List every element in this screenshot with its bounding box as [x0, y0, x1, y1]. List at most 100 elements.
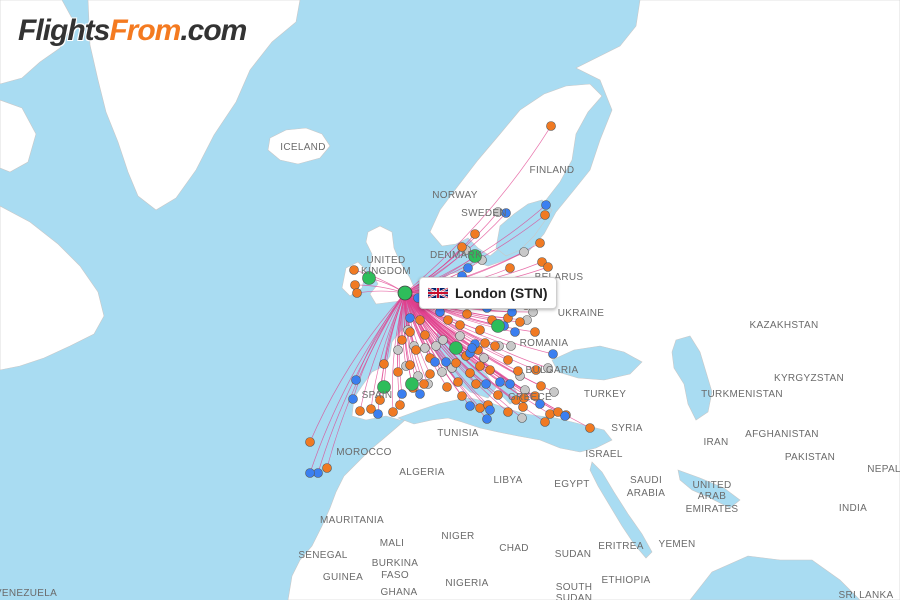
- hub-airport-marker[interactable]: [405, 377, 419, 391]
- country-label: TUNISIA: [437, 428, 479, 439]
- destination-marker[interactable]: [495, 377, 505, 387]
- country-label: EMIRATES: [686, 504, 739, 515]
- destination-marker[interactable]: [490, 341, 500, 351]
- destination-marker[interactable]: [441, 357, 451, 367]
- flightsfrom-logo[interactable]: FlightsFrom.com: [18, 14, 247, 48]
- origin-airport-marker[interactable]: [397, 285, 413, 301]
- destination-marker[interactable]: [475, 325, 485, 335]
- country-label: KAZAKHSTAN: [750, 320, 819, 331]
- country-label: KYRGYZSTAN: [774, 373, 844, 384]
- destination-marker[interactable]: [451, 358, 461, 368]
- destination-marker[interactable]: [457, 391, 467, 401]
- country-label: ARABIA: [627, 488, 666, 499]
- destination-marker[interactable]: [493, 390, 503, 400]
- destination-marker[interactable]: [350, 280, 360, 290]
- destination-marker[interactable]: [535, 238, 545, 248]
- destination-marker[interactable]: [351, 375, 361, 385]
- destination-marker[interactable]: [379, 359, 389, 369]
- destination-marker[interactable]: [482, 414, 492, 424]
- destination-marker[interactable]: [313, 468, 323, 478]
- destination-marker[interactable]: [405, 360, 415, 370]
- destination-marker[interactable]: [348, 394, 358, 404]
- country-label: DENMARK: [430, 250, 482, 261]
- destination-marker[interactable]: [470, 229, 480, 239]
- country-label: CHAD: [499, 543, 529, 554]
- destination-marker[interactable]: [540, 210, 550, 220]
- destination-marker[interactable]: [517, 413, 527, 423]
- destination-marker[interactable]: [305, 468, 315, 478]
- destination-marker[interactable]: [453, 377, 463, 387]
- destination-marker[interactable]: [548, 349, 558, 359]
- destination-marker[interactable]: [322, 463, 332, 473]
- destination-marker[interactable]: [431, 341, 441, 351]
- destination-marker[interactable]: [397, 389, 407, 399]
- destination-marker[interactable]: [395, 400, 405, 410]
- destination-marker[interactable]: [443, 315, 453, 325]
- destination-marker[interactable]: [397, 335, 407, 345]
- destination-marker[interactable]: [442, 382, 452, 392]
- destination-marker[interactable]: [393, 367, 403, 377]
- destination-marker[interactable]: [536, 381, 546, 391]
- country-label: ICELAND: [280, 142, 325, 153]
- destination-marker[interactable]: [349, 265, 359, 275]
- destination-marker[interactable]: [455, 331, 465, 341]
- destination-marker[interactable]: [430, 357, 440, 367]
- destination-marker[interactable]: [480, 338, 490, 348]
- country-label: MALI: [380, 538, 405, 549]
- destination-marker[interactable]: [540, 417, 550, 427]
- destination-marker[interactable]: [505, 263, 515, 273]
- destination-marker[interactable]: [585, 423, 595, 433]
- destination-marker[interactable]: [465, 368, 475, 378]
- destination-marker[interactable]: [543, 262, 553, 272]
- destination-marker[interactable]: [503, 355, 513, 365]
- destination-marker[interactable]: [415, 389, 425, 399]
- destination-marker[interactable]: [471, 379, 481, 389]
- destination-marker[interactable]: [388, 407, 398, 417]
- hub-airport-marker[interactable]: [449, 341, 463, 355]
- destination-marker[interactable]: [437, 367, 447, 377]
- destination-marker[interactable]: [455, 320, 465, 330]
- destination-marker[interactable]: [465, 401, 475, 411]
- destination-marker[interactable]: [405, 313, 415, 323]
- destination-marker[interactable]: [411, 345, 421, 355]
- destination-marker[interactable]: [485, 365, 495, 375]
- destination-marker[interactable]: [479, 353, 489, 363]
- destination-marker[interactable]: [373, 409, 383, 419]
- destination-marker[interactable]: [546, 121, 556, 131]
- destination-marker[interactable]: [352, 288, 362, 298]
- destination-marker[interactable]: [475, 361, 485, 371]
- destination-marker[interactable]: [541, 200, 551, 210]
- destination-marker[interactable]: [515, 317, 525, 327]
- destination-marker[interactable]: [463, 263, 473, 273]
- destination-marker[interactable]: [355, 406, 365, 416]
- origin-airport-callout[interactable]: London (STN): [419, 277, 557, 309]
- destination-marker[interactable]: [485, 405, 495, 415]
- destination-marker[interactable]: [475, 403, 485, 413]
- destination-marker[interactable]: [503, 407, 513, 417]
- destination-marker[interactable]: [420, 343, 430, 353]
- country-label: GREECE: [508, 392, 552, 403]
- destination-marker[interactable]: [420, 330, 430, 340]
- destination-marker[interactable]: [510, 327, 520, 337]
- destination-marker[interactable]: [545, 409, 555, 419]
- destination-marker[interactable]: [530, 327, 540, 337]
- destination-marker[interactable]: [513, 366, 523, 376]
- hub-airport-marker[interactable]: [491, 319, 505, 333]
- country-label: ETHIOPIA: [601, 575, 650, 586]
- country-label: LIBYA: [493, 475, 522, 486]
- destination-marker[interactable]: [467, 343, 477, 353]
- destination-marker[interactable]: [560, 411, 570, 421]
- destination-marker[interactable]: [405, 327, 415, 337]
- destination-marker[interactable]: [505, 379, 515, 389]
- destination-marker[interactable]: [419, 379, 429, 389]
- destination-marker[interactable]: [462, 309, 472, 319]
- destination-marker[interactable]: [519, 247, 529, 257]
- destination-marker[interactable]: [305, 437, 315, 447]
- destination-marker[interactable]: [518, 402, 528, 412]
- destination-marker[interactable]: [415, 315, 425, 325]
- destination-marker[interactable]: [425, 369, 435, 379]
- destination-marker[interactable]: [393, 345, 403, 355]
- country-label: UNITED: [692, 480, 731, 491]
- destination-marker[interactable]: [506, 341, 516, 351]
- destination-marker[interactable]: [481, 379, 491, 389]
